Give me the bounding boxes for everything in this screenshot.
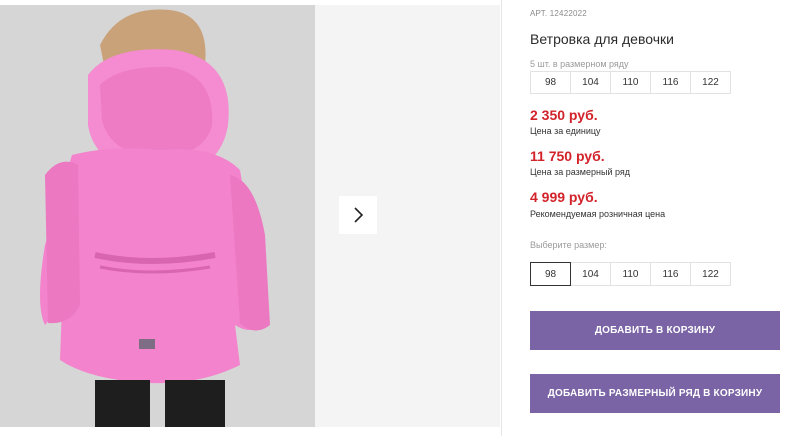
product-article: АРТ. 12422022 [530, 9, 587, 18]
size-selector: 98 104 110 116 122 [530, 262, 731, 286]
unit-price-label: Цена за единицу [530, 126, 601, 136]
size-row-item: 98 [530, 71, 571, 94]
product-title: Ветровка для девочки [530, 31, 674, 47]
size-option-116[interactable]: 116 [650, 262, 691, 286]
size-row-item: 104 [570, 71, 611, 94]
size-row-item: 110 [610, 71, 651, 94]
size-option-98[interactable]: 98 [530, 262, 571, 286]
add-to-cart-button[interactable]: ДОБАВИТЬ В КОРЗИНУ [530, 311, 780, 350]
add-size-row-to-cart-button[interactable]: ДОБАВИТЬ РАЗМЕРНЫЙ РЯД В КОРЗИНУ [530, 374, 780, 413]
product-gallery [0, 0, 500, 436]
size-row-item: 116 [650, 71, 691, 94]
chevron-right-icon [354, 207, 364, 223]
size-row-price: 11 750 руб. [530, 148, 605, 164]
size-row-list: 98 104 110 116 122 [530, 71, 731, 94]
retail-price: 4 999 руб. [530, 189, 598, 205]
product-photo-illustration [0, 5, 315, 427]
size-row-item: 122 [690, 71, 731, 94]
unit-price: 2 350 руб. [530, 107, 598, 123]
size-row-label: 5 шт. в размерном ряду [530, 59, 629, 69]
size-option-110[interactable]: 110 [610, 262, 651, 286]
next-image-button[interactable] [339, 196, 377, 234]
size-option-104[interactable]: 104 [570, 262, 611, 286]
column-divider [501, 0, 502, 436]
size-row-price-label: Цена за размерный ряд [530, 167, 631, 177]
retail-price-label: Рекомендуемая розничная цена [530, 209, 666, 219]
size-select-label: Выберите размер: [530, 240, 607, 250]
product-photo [0, 5, 315, 427]
size-option-122[interactable]: 122 [690, 262, 731, 286]
